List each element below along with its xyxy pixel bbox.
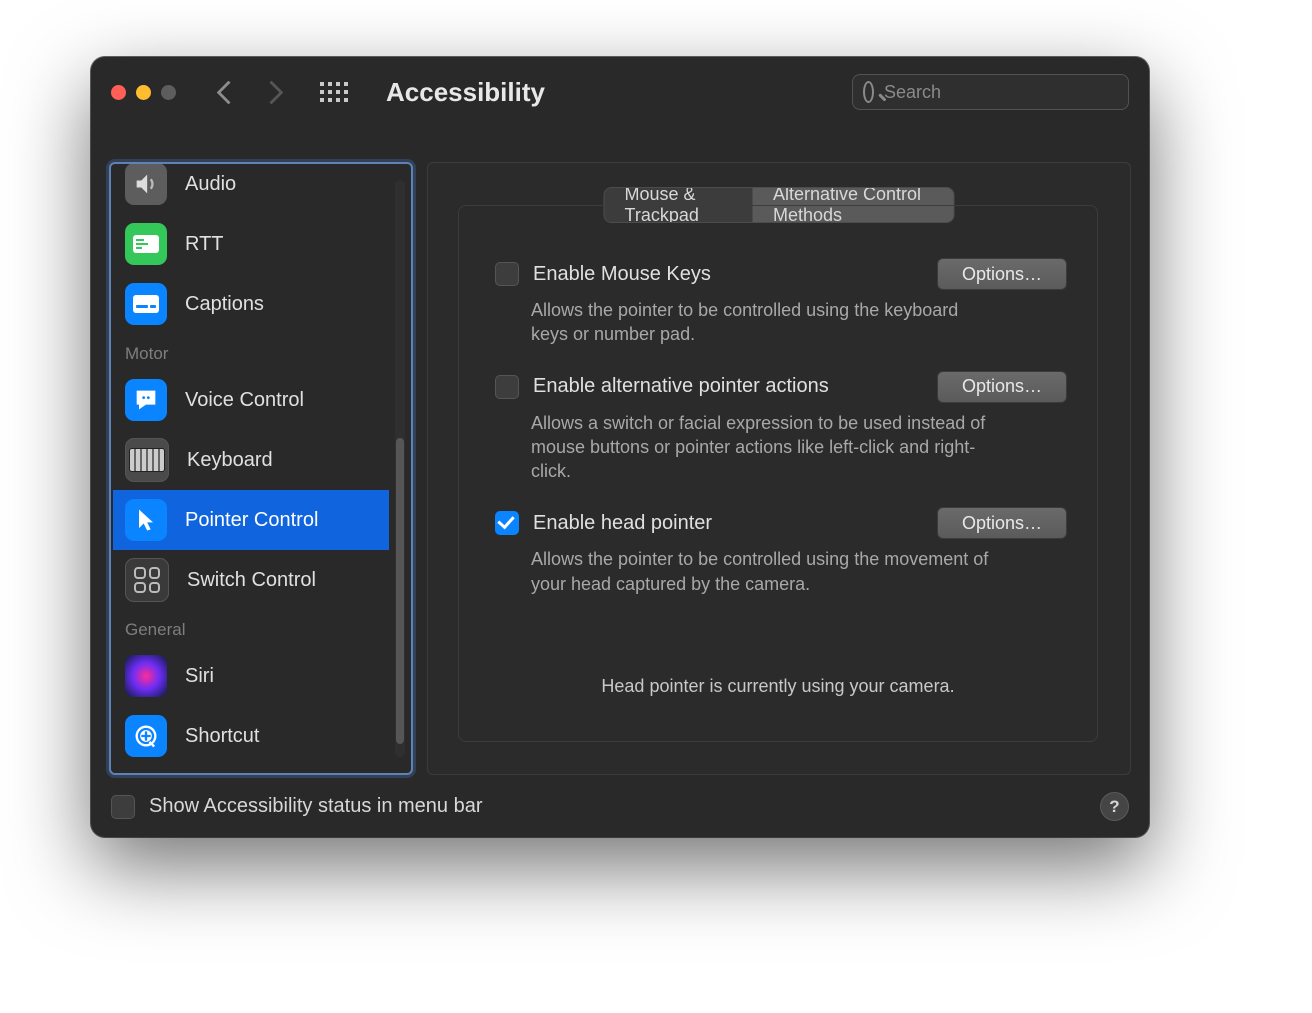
sidebar-item-label: Voice Control [185, 389, 304, 412]
checkbox-enable-alt-actions[interactable] [495, 375, 519, 399]
option-enable-mouse-keys: Enable Mouse Keys Options… Allows the po… [459, 246, 1097, 359]
camera-status-note: Head pointer is currently using your cam… [459, 676, 1097, 697]
sidebar-item-label: Shortcut [185, 725, 259, 748]
sidebar-item-audio[interactable]: Audio [113, 162, 389, 214]
show-all-icon[interactable] [320, 82, 348, 102]
sidebar-item-label: RTT [185, 233, 224, 256]
rtt-icon [125, 223, 167, 265]
sidebar-scrollbar[interactable] [395, 180, 405, 757]
sidebar-item-rtt[interactable]: RTT [113, 214, 389, 274]
sidebar-item-switch-control[interactable]: Switch Control [113, 550, 389, 610]
option-description: Allows the pointer to be controlled usin… [531, 298, 991, 347]
option-label: Enable alternative pointer actions [533, 375, 923, 398]
option-enable-alt-actions: Enable alternative pointer actions Optio… [459, 359, 1097, 496]
help-button[interactable]: ? [1100, 792, 1129, 821]
voice-control-icon [125, 379, 167, 421]
window-controls[interactable] [111, 85, 176, 100]
detail-pane: Mouse & Trackpad Alternative Control Met… [427, 162, 1131, 775]
checkbox-show-status-menubar[interactable] [111, 795, 135, 819]
search-icon [863, 81, 874, 103]
sidebar-section-general: General [113, 610, 389, 646]
checkbox-enable-mouse-keys[interactable] [495, 262, 519, 286]
back-button[interactable] [216, 80, 240, 104]
checkbox-enable-head-pointer[interactable] [495, 511, 519, 535]
sidebar-item-label: Pointer Control [185, 509, 318, 532]
sidebar-item-label: Siri [185, 665, 214, 688]
option-description: Allows the pointer to be controlled usin… [531, 547, 991, 596]
titlebar: Accessibility [91, 57, 1149, 127]
captions-icon [125, 283, 167, 325]
sidebar-item-captions[interactable]: Captions [113, 274, 389, 334]
shortcut-icon [125, 715, 167, 757]
content-area: Audio RTT Captions Motor [109, 162, 1131, 775]
forward-button[interactable] [259, 80, 283, 104]
close-window-button[interactable] [111, 85, 126, 100]
sidebar-section-motor: Motor [113, 334, 389, 370]
bottom-row: Show Accessibility status in menu bar ? [111, 792, 1129, 821]
sidebar-item-label: Captions [185, 293, 264, 316]
option-label: Enable head pointer [533, 512, 923, 535]
show-status-label: Show Accessibility status in menu bar [149, 795, 483, 818]
sidebar-item-label: Keyboard [187, 449, 273, 472]
page-title: Accessibility [386, 77, 545, 108]
keyboard-icon [125, 438, 169, 482]
siri-icon [125, 655, 167, 697]
search-field[interactable] [852, 74, 1129, 110]
search-input[interactable] [882, 81, 1118, 104]
pointer-control-icon [125, 499, 167, 541]
audio-icon [125, 163, 167, 205]
switch-control-icon [125, 558, 169, 602]
sidebar-item-keyboard[interactable]: Keyboard [113, 430, 389, 490]
nav-arrows [220, 84, 280, 101]
sidebar-item-shortcut[interactable]: Shortcut [113, 706, 389, 766]
scrollbar-thumb[interactable] [396, 438, 404, 744]
zoom-window-button[interactable] [161, 85, 176, 100]
categories-sidebar[interactable]: Audio RTT Captions Motor [109, 162, 413, 775]
sidebar-item-voice-control[interactable]: Voice Control [113, 370, 389, 430]
sidebar-item-label: Switch Control [187, 569, 316, 592]
sidebar-item-pointer-control[interactable]: Pointer Control [113, 490, 389, 550]
options-button-head-pointer[interactable]: Options… [937, 507, 1067, 539]
option-description: Allows a switch or facial expression to … [531, 411, 991, 484]
options-button-mouse-keys[interactable]: Options… [937, 258, 1067, 290]
options-box: Enable Mouse Keys Options… Allows the po… [458, 205, 1098, 742]
option-label: Enable Mouse Keys [533, 263, 923, 286]
sidebar-item-siri[interactable]: Siri [113, 646, 389, 706]
minimize-window-button[interactable] [136, 85, 151, 100]
sidebar-item-label: Audio [185, 173, 236, 196]
prefs-window: Accessibility Audio RTT [91, 57, 1149, 837]
option-enable-head-pointer: Enable head pointer Options… Allows the … [459, 495, 1097, 608]
options-button-alt-actions[interactable]: Options… [937, 371, 1067, 403]
